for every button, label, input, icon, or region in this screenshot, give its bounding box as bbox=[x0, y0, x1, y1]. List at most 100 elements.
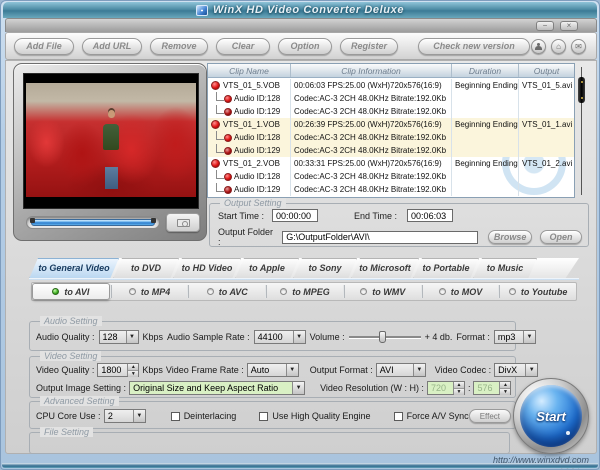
sample-rate-select[interactable]: 44100 ▼ bbox=[254, 330, 306, 344]
remove-button[interactable]: Remove bbox=[150, 38, 208, 55]
browse-button[interactable]: Browse bbox=[488, 230, 532, 244]
column-duration[interactable]: Duration bbox=[452, 64, 519, 77]
chevron-down-icon[interactable]: ▼ bbox=[525, 364, 537, 376]
format-to-youtube[interactable]: to Youtube bbox=[500, 283, 576, 300]
close-button[interactable]: × bbox=[560, 21, 578, 31]
format-to-mp4[interactable]: to MP4 bbox=[112, 283, 188, 300]
start-time-label: Start Time : bbox=[218, 211, 264, 221]
home-icon[interactable]: ⌂ bbox=[551, 39, 566, 54]
output-format-select[interactable]: AVI ▼ bbox=[376, 363, 426, 377]
clip-duration[interactable]: Beginning Ending bbox=[452, 157, 519, 170]
video-screen[interactable] bbox=[23, 73, 199, 209]
cpu-core-select[interactable]: 2 ▼ bbox=[104, 409, 146, 423]
chevron-down-icon[interactable]: ▼ bbox=[292, 382, 304, 394]
clip-list-scrollbar[interactable] bbox=[578, 67, 585, 195]
chevron-down-icon[interactable]: ▼ bbox=[133, 410, 145, 422]
option-button[interactable]: Option bbox=[278, 38, 332, 55]
column-clip-information[interactable]: Clip Information bbox=[291, 64, 452, 77]
audio-track-row[interactable]: Audio ID:129 Codec:AC-3 2CH 48.0KHz Bitr… bbox=[208, 105, 574, 118]
column-clip-name[interactable]: Clip Name bbox=[208, 64, 291, 77]
image-setting-select[interactable]: Original Size and Keep Aspect Ratio ▼ bbox=[129, 381, 305, 395]
audio-quality-unit: Kbps bbox=[143, 332, 164, 342]
tab-dvd[interactable]: to DVD bbox=[113, 258, 179, 279]
tab-music[interactable]: to Music bbox=[473, 258, 537, 279]
chevron-down-icon[interactable]: ▼ bbox=[413, 364, 425, 376]
open-button[interactable]: Open bbox=[540, 230, 582, 244]
tab-sony[interactable]: to Sony bbox=[293, 258, 357, 279]
chevron-down-icon[interactable]: ▼ bbox=[286, 364, 298, 376]
chevron-down-icon[interactable]: ▼ bbox=[126, 331, 138, 343]
clip-duration[interactable]: Beginning Ending bbox=[452, 79, 519, 92]
group-label: File Setting bbox=[40, 427, 93, 437]
add-file-button[interactable]: Add File bbox=[14, 38, 74, 55]
tab-underline bbox=[29, 278, 579, 280]
format-selector-row: to AVI to MP4 to AVC to MPEG to WMV to M… bbox=[31, 282, 577, 301]
frame-rate-select[interactable]: Auto ▼ bbox=[247, 363, 299, 377]
snapshot-button[interactable] bbox=[166, 213, 200, 232]
format-to-mpeg[interactable]: to MPEG bbox=[267, 283, 343, 300]
spin-up-icon[interactable]: ▲ bbox=[128, 364, 138, 371]
volume-slider[interactable] bbox=[349, 331, 421, 343]
seek-handle-start[interactable] bbox=[30, 218, 35, 223]
audio-track-row[interactable]: Audio ID:128 Codec:AC-3 2CH 48.0KHz Bitr… bbox=[208, 92, 574, 105]
minimize-button[interactable]: − bbox=[536, 21, 554, 31]
effect-button[interactable]: Effect bbox=[469, 409, 511, 423]
seek-handle-end[interactable] bbox=[151, 218, 156, 223]
spin-down-icon[interactable]: ▼ bbox=[454, 389, 464, 395]
audio-track-row[interactable]: Audio ID:129 Codec:AC-3 2CH 48.0KHz Bitr… bbox=[208, 144, 574, 157]
title-bar[interactable]: WinX HD Video Converter Deluxe bbox=[3, 2, 597, 18]
format-to-mov[interactable]: to MOV bbox=[423, 283, 499, 300]
format-to-avi[interactable]: to AVI bbox=[32, 283, 110, 300]
audio-info: Codec:AC-3 2CH 48.0KHz Bitrate:192.0Kb bbox=[291, 183, 452, 196]
spin-down-icon[interactable]: ▼ bbox=[500, 389, 510, 395]
scrollbar-thumb[interactable] bbox=[578, 77, 585, 103]
mail-icon[interactable]: ✉ bbox=[571, 39, 586, 54]
video-codec-label: Video Codec : bbox=[435, 365, 491, 375]
tab-hd-video[interactable]: to HD Video bbox=[173, 258, 241, 279]
tab-apple[interactable]: to Apple bbox=[235, 258, 299, 279]
format-to-wmv[interactable]: to WMV bbox=[345, 283, 421, 300]
check-new-version-button[interactable]: Check new version bbox=[418, 38, 530, 55]
output-folder-field[interactable]: G:\OutputFolder\AVI\ bbox=[282, 231, 478, 244]
tab-microsoft[interactable]: to Microsoft bbox=[351, 258, 419, 279]
end-time-field[interactable]: 00:06:03 bbox=[407, 209, 453, 222]
video-setting-group: Video Setting Video Quality : 1800 ▲▼ Kb… bbox=[29, 356, 516, 398]
start-button[interactable]: Start bbox=[513, 378, 589, 454]
audio-track-row[interactable]: Audio ID:128 Codec:AC-3 2CH 48.0KHz Bitr… bbox=[208, 170, 574, 183]
user-icon[interactable] bbox=[531, 39, 546, 54]
resolution-height-spinner[interactable]: 576 ▲▼ bbox=[473, 381, 511, 395]
audio-quality-select[interactable]: 128 ▼ bbox=[99, 330, 139, 344]
clip-row[interactable]: VTS_01_2.VOB 00:33:31 FPS:25.00 (WxH)720… bbox=[208, 157, 574, 170]
clip-row[interactable]: VTS_01_5.VOB 00:06:03 FPS:25.00 (WxH)720… bbox=[208, 79, 574, 92]
tab-portable[interactable]: to Portable bbox=[413, 258, 479, 279]
chevron-down-icon[interactable]: ▼ bbox=[523, 331, 535, 343]
app-logo-icon bbox=[196, 5, 208, 16]
audio-track-row[interactable]: Audio ID:128 Codec:AC-3 2CH 48.0KHz Bitr… bbox=[208, 131, 574, 144]
clip-duration[interactable]: Beginning Ending bbox=[452, 118, 519, 131]
register-button[interactable]: Register bbox=[340, 38, 398, 55]
audio-track-row[interactable]: Audio ID:129 Codec:AC-3 2CH 48.0KHz Bitr… bbox=[208, 183, 574, 196]
video-codec-select[interactable]: DivX ▼ bbox=[494, 363, 538, 377]
tree-branch bbox=[216, 105, 224, 114]
start-time-field[interactable]: 00:00:00 bbox=[272, 209, 318, 222]
spin-up-icon[interactable]: ▲ bbox=[454, 382, 464, 389]
high-quality-engine-checkbox[interactable] bbox=[259, 412, 268, 421]
resolution-label: Video Resolution (W : H) : bbox=[320, 383, 424, 393]
spin-up-icon[interactable]: ▲ bbox=[500, 382, 510, 389]
volume-slider-thumb[interactable] bbox=[379, 331, 386, 343]
force-av-sync-checkbox[interactable] bbox=[394, 412, 403, 421]
column-output[interactable]: Output bbox=[519, 64, 574, 77]
clip-list-header: Clip Name Clip Information Duration Outp… bbox=[208, 64, 574, 78]
seek-bar[interactable] bbox=[26, 216, 160, 229]
deinterlacing-checkbox[interactable] bbox=[171, 412, 180, 421]
clear-button[interactable]: Clear bbox=[216, 38, 270, 55]
audio-format-select[interactable]: mp3 ▼ bbox=[494, 330, 536, 344]
spin-down-icon[interactable]: ▼ bbox=[128, 371, 138, 377]
format-to-avc[interactable]: to AVC bbox=[189, 283, 265, 300]
tab-general-video[interactable]: to General Video bbox=[29, 258, 119, 279]
video-quality-spinner[interactable]: 1800 ▲▼ bbox=[97, 363, 139, 377]
resolution-width-spinner[interactable]: 720 ▲▼ bbox=[427, 381, 465, 395]
chevron-down-icon[interactable]: ▼ bbox=[293, 331, 305, 343]
clip-row[interactable]: VTS_01_1.VOB 00:26:39 FPS:25.00 (WxH)720… bbox=[208, 118, 574, 131]
add-url-button[interactable]: Add URL bbox=[82, 38, 142, 55]
